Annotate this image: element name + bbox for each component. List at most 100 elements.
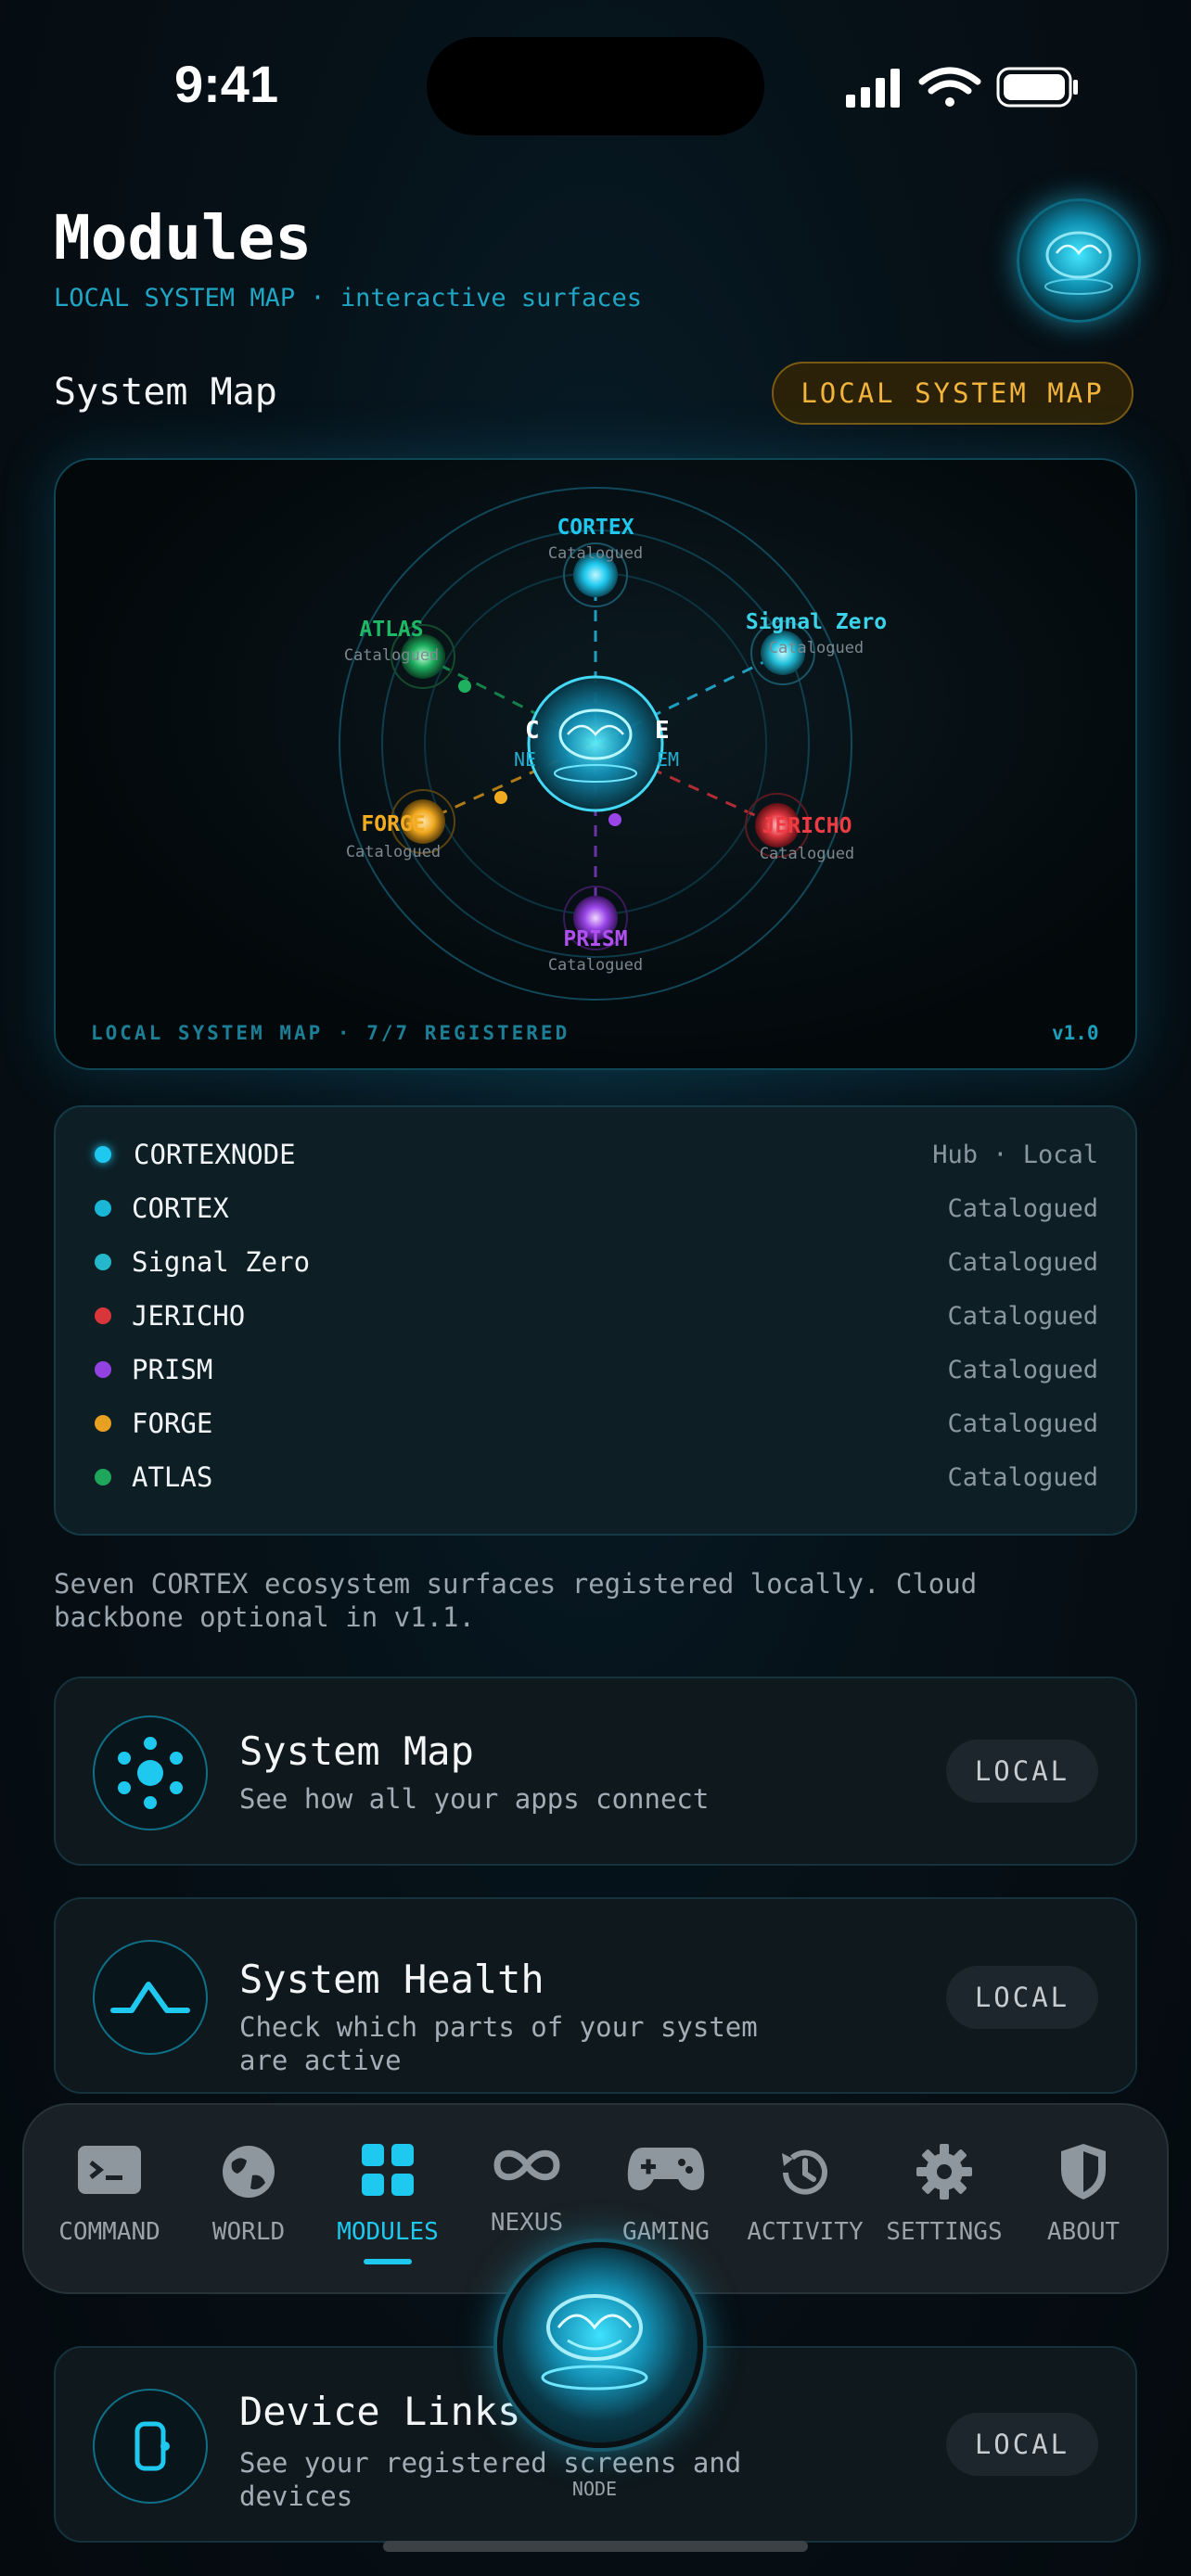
feature-badge: LOCAL [946, 2413, 1098, 2476]
node-status: Catalogued [760, 845, 854, 863]
link-pulse [608, 813, 621, 826]
wifi-icon [918, 67, 981, 107]
page-title: Modules [54, 202, 313, 274]
active-tab-indicator [364, 2259, 412, 2264]
feature-subtitle: See how all your apps connect [239, 1783, 710, 1815]
map-version: v1.0 [1052, 1022, 1099, 1044]
legend-name: Signal Zero [132, 1246, 311, 1278]
legend-row-cortexnode[interactable]: CORTEXNODE Hub · Local [56, 1128, 1135, 1181]
tab-about[interactable]: ABOUT [1009, 2142, 1158, 2272]
tab-label: GAMING [622, 2218, 710, 2246]
legend-status: Catalogued [947, 1193, 1098, 1223]
hub-node: C E NE EM [514, 675, 679, 812]
legend-name: ATLAS [132, 1461, 213, 1493]
tab-command[interactable]: COMMAND [35, 2142, 184, 2272]
legend-row-cortex[interactable]: CORTEX Catalogued [56, 1181, 1135, 1235]
legend-name: PRISM [132, 1354, 213, 1385]
legend-status: Catalogued [947, 1301, 1098, 1331]
status-dot [95, 1254, 111, 1270]
shield-icon [1061, 2144, 1106, 2200]
network-nodes-icon [93, 1715, 208, 1830]
hub-label-right: E [655, 717, 670, 745]
feature-card-system-health[interactable]: System Health Check which parts of your … [54, 1897, 1137, 2094]
module-legend: CORTEXNODE Hub · Local CORTEX Catalogued… [54, 1105, 1137, 1536]
history-icon [782, 2149, 827, 2195]
status-dot [95, 1469, 111, 1486]
grid-icon [362, 2144, 414, 2196]
hub-sub-left: NE [514, 748, 536, 771]
status-time: 9:41 [174, 55, 279, 113]
map-footer-registered: LOCAL SYSTEM MAP · 7/7 REGISTERED [91, 1022, 570, 1044]
feature-title: Device Links [239, 2389, 521, 2434]
tab-label: COMMAND [58, 2218, 160, 2246]
gamepad-icon [627, 2148, 705, 2190]
node-status: Catalogued [344, 646, 439, 665]
tab-activity[interactable]: ACTIVITY [731, 2142, 879, 2272]
home-indicator [383, 2541, 808, 2552]
node-status: Catalogued [548, 544, 643, 563]
node-status: Catalogued [346, 843, 441, 861]
section-title: System Map [54, 371, 277, 414]
node-prism: PRISM Catalogued [548, 886, 643, 975]
feature-badge: LOCAL [946, 1966, 1098, 2029]
tab-label: WORLD [211, 2218, 286, 2246]
status-icons [846, 67, 1078, 108]
node-label: FORGE [361, 812, 425, 836]
legend-row-signal-zero[interactable]: Signal Zero Catalogued [56, 1235, 1135, 1289]
node-label: CORTEX [557, 516, 634, 540]
system-map-diagram: C E NE EM CORTEX Catalogued Signal Zero … [339, 487, 887, 1001]
feature-subtitle: See your registered screens and devices [239, 2447, 742, 2512]
tab-settings[interactable]: SETTINGS [870, 2142, 1018, 2272]
legend-name: CORTEXNODE [134, 1139, 296, 1170]
feature-card-system-map[interactable]: System Map See how all your apps connect… [54, 1677, 1137, 1866]
tab-label: NEXUS [490, 2209, 564, 2237]
node-label: JERICHO [762, 814, 852, 838]
battery-icon [996, 67, 1078, 108]
legend-row-prism[interactable]: PRISM Catalogued [56, 1343, 1135, 1396]
node-cortex: CORTEX Catalogued [548, 516, 643, 607]
link-pulse [458, 680, 471, 693]
terminal-icon [78, 2146, 141, 2194]
brain-hologram-icon[interactable] [1017, 198, 1141, 323]
node-jericho: JERICHO Catalogued [745, 793, 854, 863]
legend-row-forge[interactable]: FORGE Catalogued [56, 1396, 1135, 1450]
device-link-icon [93, 2389, 208, 2504]
feature-subtitle: Check which parts of your system are act… [239, 2011, 758, 2076]
feature-badge: LOCAL [946, 1740, 1098, 1803]
node-label: ATLAS [359, 618, 423, 642]
tab-label: SETTINGS [886, 2218, 1003, 2246]
page-subtitle: LOCAL SYSTEM MAP · interactive surfaces [54, 284, 642, 312]
status-dot [95, 1415, 111, 1432]
status-dot [95, 1361, 111, 1378]
status-dot [95, 1307, 111, 1324]
legend-row-jericho[interactable]: JERICHO Catalogued [56, 1289, 1135, 1343]
node-forge: FORGE Catalogued [346, 789, 455, 861]
node-label: Signal Zero [746, 610, 887, 634]
feature-title: System Health [239, 1957, 544, 2002]
brain-hologram-icon [541, 2294, 648, 2391]
dynamic-island [427, 37, 764, 135]
legend-status: Catalogued [947, 1462, 1098, 1492]
tab-modules[interactable]: MODULES [314, 2142, 462, 2272]
node-button-label: NODE [571, 2478, 618, 2500]
system-map-card[interactable]: C E NE EM CORTEX Catalogued Signal Zero … [54, 458, 1137, 1070]
tab-label: ACTIVITY [747, 2218, 864, 2246]
node-signal-zero: Signal Zero Catalogued [746, 610, 887, 685]
legend-row-atlas[interactable]: ATLAS Catalogued [56, 1450, 1135, 1504]
hub-label-left: C [525, 717, 540, 745]
legend-status: Catalogued [947, 1409, 1098, 1438]
node-button[interactable] [497, 2242, 703, 2448]
globe-icon [223, 2146, 275, 2198]
status-dot [95, 1146, 111, 1163]
section-badge: LOCAL SYSTEM MAP [772, 362, 1133, 425]
legend-status: Catalogued [947, 1355, 1098, 1384]
node-status: Catalogued [769, 639, 864, 657]
legend-status: Catalogued [947, 1247, 1098, 1277]
tab-world[interactable]: WORLD [174, 2142, 323, 2272]
link-pulse [494, 791, 507, 804]
legend-name: JERICHO [132, 1300, 246, 1332]
gear-icon [916, 2144, 972, 2200]
legend-name: FORGE [132, 1408, 213, 1439]
node-label: PRISM [563, 927, 627, 951]
legend-status: Hub · Local [932, 1140, 1098, 1169]
